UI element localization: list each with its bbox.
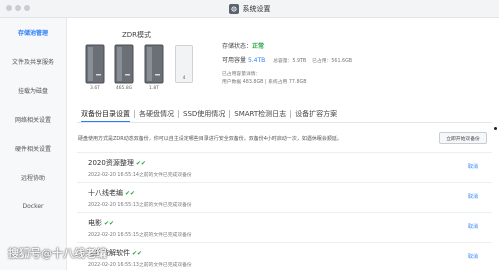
- check-icon: ✔✔: [104, 219, 115, 227]
- backup-folder-name: 十八线老编 ✔✔: [88, 188, 135, 198]
- list-item: 经典破解软件 ✔✔ 2022-02-20 16:55:13之前的文件已完成双备份…: [77, 242, 492, 270]
- list-item: 电影 ✔✔ 2022-02-20 16:55:15之前的文件已完成双备份 取消: [77, 212, 492, 242]
- hard-disk-icon: [85, 44, 105, 84]
- backup-description: 硬盘使用方式是ZDR动态双备份，你可以自主设定哪些目录进行安全双备份。双备份4小…: [78, 136, 342, 142]
- cancel-button[interactable]: 取消: [468, 253, 478, 260]
- disk-1-label: 3.6T: [90, 86, 100, 91]
- backup-folder-name: 电影 ✔✔: [88, 218, 114, 228]
- storage-state-label: 存储状态：: [222, 43, 253, 50]
- sidebar-item-network[interactable]: 网络相关设置: [0, 105, 66, 134]
- hard-disk-icon: [114, 44, 134, 84]
- folder-name-text: 电影: [88, 219, 102, 227]
- sidebar-item-hardware[interactable]: 硬件相关设置: [0, 134, 66, 163]
- sidebar-item-docker[interactable]: Docker: [0, 192, 66, 221]
- usage-detail-text: 用户数据 483.8GB | 系统占用 77.8GB: [222, 80, 307, 85]
- disk-2-label: 465.8G: [115, 86, 133, 91]
- cancel-button[interactable]: 取消: [468, 163, 478, 170]
- check-icon: ✔✔: [132, 249, 143, 257]
- cancel-button[interactable]: 取消: [468, 193, 478, 200]
- zdr-mode-title: ZDR模式: [122, 31, 152, 39]
- tab-backup-directories[interactable]: 双备份目录设置: [77, 109, 134, 122]
- backup-time: 2022-02-20 16:55:13之前的文件已完成双备份: [88, 203, 192, 208]
- start-backup-button[interactable]: 立即开始双备份: [439, 132, 487, 144]
- title-bar: 系统设置: [0, 0, 499, 18]
- check-icon: ✔✔: [125, 189, 136, 197]
- capacity-value: 5.4TB: [247, 57, 266, 64]
- watermark: 搜狐号@十八线老编: [8, 247, 107, 260]
- hard-disk-icon: [144, 44, 164, 84]
- tab-underline: [77, 122, 492, 123]
- settings-window: 系统设置 存储池管理 文件及共享服务 挂载为磁盘 网络相关设置 硬件相关设置 远…: [0, 0, 499, 270]
- tab-disk-status[interactable]: 各硬盘情况: [135, 109, 178, 121]
- cancel-button[interactable]: 取消: [468, 223, 478, 230]
- backup-time: 2022-02-20 16:55:13之前的文件已完成双备份: [88, 263, 192, 268]
- disk-3-label: 1.8T: [149, 86, 159, 91]
- cursor-dot: [494, 127, 497, 130]
- capacity-line: 可用容量 5.4TB 总容量：5.9TB 已占用：561.6GB: [222, 55, 352, 64]
- backup-folder-name: 2020资源整理 ✔✔: [88, 158, 146, 168]
- disk-4-label: 4: [182, 76, 186, 81]
- usage-detail-label: 已占用容量详情：: [222, 72, 261, 77]
- check-icon: ✔✔: [135, 159, 146, 167]
- capacity-label: 可用容量: [222, 57, 247, 64]
- gear-icon: [228, 4, 239, 14]
- list-item: 2020资源整理 ✔✔ 2022-02-20 16:55:14之前的文件已完成双…: [77, 152, 492, 182]
- storage-state-value: 正常: [252, 43, 265, 50]
- backup-time: 2022-02-20 16:55:15之前的文件已完成双备份: [88, 233, 192, 238]
- total-capacity-text: 总容量：5.9TB: [273, 59, 307, 64]
- sidebar-item-file-sharing[interactable]: 文件及共享服务: [0, 47, 66, 76]
- list-item: 十八线老编 ✔✔ 2022-02-20 16:55:13之前的文件已完成双备份 …: [77, 182, 492, 212]
- window-title-group: 系统设置: [0, 0, 499, 18]
- folder-name-text: 2020资源整理: [88, 159, 134, 167]
- sidebar-item-mount-disk[interactable]: 挂载为磁盘: [0, 76, 66, 105]
- tab-ssd-usage[interactable]: SSD使用情况: [179, 109, 229, 121]
- sidebar-item-remote-assist[interactable]: 远程协助: [0, 163, 66, 192]
- folder-name-text: 十八线老编: [88, 189, 123, 197]
- sidebar-item-storage-pool[interactable]: 存储池管理: [0, 18, 66, 47]
- backup-time: 2022-02-20 16:55:14之前的文件已完成双备份: [88, 173, 192, 178]
- tab-bar: 双备份目录设置 各硬盘情况 SSD使用情况 SMART检测日志 设备扩容方案: [77, 107, 499, 122]
- used-capacity-text: 已占用：561.6GB: [312, 59, 353, 64]
- sidebar: 存储池管理 文件及共享服务 挂载为磁盘 网络相关设置 硬件相关设置 远程协助 D…: [0, 18, 67, 270]
- tab-smart-log[interactable]: SMART检测日志: [230, 109, 290, 121]
- storage-state-line: 存储状态：正常: [222, 41, 264, 50]
- tab-expansion-plan[interactable]: 设备扩容方案: [291, 109, 341, 121]
- window-title: 系统设置: [242, 5, 271, 13]
- main-panel: ZDR模式 3.6T 465.8G 1.8T 4 存储状态：正常 可用容量 5.…: [67, 18, 499, 270]
